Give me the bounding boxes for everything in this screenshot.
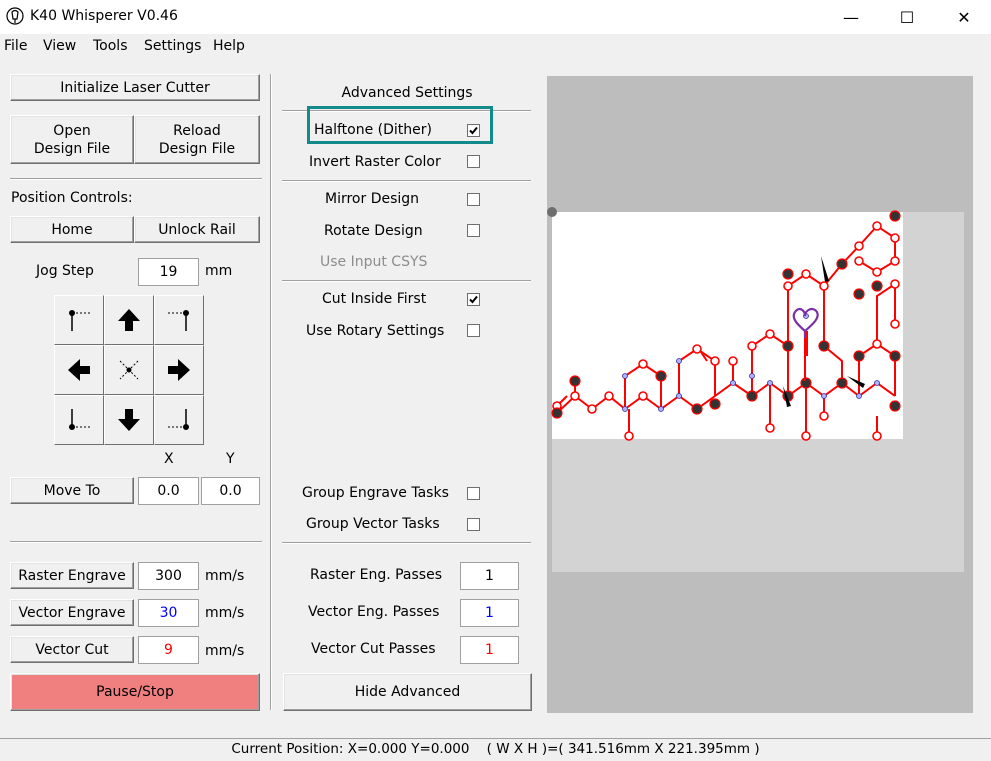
jog-top-right-button[interactable] (154, 295, 204, 345)
vector-cut-button[interactable]: Vector Cut (10, 636, 134, 663)
title-bar: K40 Whisperer V0.46 — ☐ ✕ (0, 0, 991, 34)
vector-engrave-passes-label: Vector Eng. Passes (308, 604, 440, 620)
divider (10, 541, 262, 543)
advanced-settings-title: Advanced Settings (341, 85, 473, 101)
minimize-button[interactable]: — (828, 0, 874, 34)
group-vector-label: Group Vector Tasks (306, 516, 440, 532)
menu-file[interactable]: File (4, 38, 27, 54)
vector-engrave-speed-input[interactable]: 30 (138, 599, 199, 627)
current-position-status: Current Position: X=0.000 Y=0.000 ( W X … (231, 741, 760, 757)
checkmark-icon (469, 295, 478, 304)
halftone-label: Halftone (Dither) (314, 122, 432, 138)
vector-cut-passes-input[interactable]: 1 (460, 636, 519, 664)
jog-down-button[interactable] (104, 395, 154, 445)
corner-bottom-left-icon (69, 409, 90, 430)
close-icon: ✕ (957, 7, 971, 27)
corner-top-right-icon (168, 310, 189, 331)
raster-engrave-button[interactable]: Raster Engrave (10, 562, 134, 589)
open-design-button[interactable]: Open Design File (10, 115, 134, 164)
rotate-design-checkbox[interactable] (467, 224, 480, 237)
cut-inside-first-label: Cut Inside First (322, 291, 427, 307)
window-title: K40 Whisperer V0.46 (30, 8, 178, 24)
reload-design-button[interactable]: Reload Design File (134, 115, 260, 164)
jog-right-button[interactable] (154, 345, 204, 395)
halftone-checkbox[interactable] (467, 124, 480, 137)
invert-raster-label: Invert Raster Color (309, 154, 441, 170)
pause-stop-button[interactable]: Pause/Stop (10, 673, 260, 711)
arrow-left-icon (68, 359, 90, 381)
rotary-settings-label: Use Rotary Settings (306, 323, 445, 339)
vector-engrave-button[interactable]: Vector Engrave (10, 599, 134, 626)
center-x-icon (119, 360, 139, 380)
reload-label-line1: Reload (173, 122, 221, 139)
app-icon (6, 7, 24, 25)
vector-cut-speed-unit: mm/s (205, 643, 245, 659)
hide-advanced-button[interactable]: Hide Advanced (283, 673, 532, 711)
group-vector-checkbox[interactable] (467, 518, 480, 531)
corner-bottom-right-icon (168, 409, 189, 430)
jog-bottom-right-button[interactable] (154, 395, 204, 445)
menu-help[interactable]: Help (213, 38, 245, 54)
jog-bottom-left-button[interactable] (54, 395, 104, 445)
arrow-up-icon (118, 309, 140, 331)
panel-separator (270, 74, 272, 710)
raster-passes-input[interactable]: 1 (460, 562, 519, 590)
move-y-input[interactable]: 0.0 (201, 477, 260, 505)
y-axis-label: Y (226, 451, 235, 467)
raster-speed-unit: mm/s (205, 568, 245, 584)
raster-speed-input[interactable]: 300 (138, 562, 199, 590)
mirror-design-label: Mirror Design (325, 191, 420, 207)
raster-passes-label: Raster Eng. Passes (310, 567, 442, 583)
vector-cut-speed-input[interactable]: 9 (138, 636, 199, 664)
open-label-line2: Design File (33, 140, 111, 157)
vector-engrave-passes-input[interactable]: 1 (460, 599, 519, 627)
x-axis-label: X (164, 451, 174, 467)
cut-inside-first-checkbox[interactable] (467, 293, 480, 306)
home-button[interactable]: Home (10, 216, 134, 243)
work-area-canvas[interactable] (547, 76, 973, 713)
jog-step-unit: mm (205, 263, 233, 279)
close-button[interactable]: ✕ (941, 0, 987, 34)
minimize-icon: — (843, 7, 859, 27)
status-bar: Current Position: X=0.000 Y=0.000 ( W X … (0, 738, 991, 761)
position-controls-label: Position Controls: (11, 190, 133, 206)
group-engrave-checkbox[interactable] (467, 487, 480, 500)
jog-step-input[interactable]: 19 (138, 258, 199, 286)
vector-cut-passes-label: Vector Cut Passes (311, 641, 436, 657)
jog-up-button[interactable] (104, 295, 154, 345)
jog-center-button[interactable] (104, 345, 154, 395)
menu-settings[interactable]: Settings (144, 38, 201, 54)
menu-view[interactable]: View (43, 38, 76, 54)
rotary-settings-checkbox[interactable] (467, 324, 480, 337)
jog-home-top-left-button[interactable] (54, 295, 104, 345)
initialize-laser-button[interactable]: Initialize Laser Cutter (10, 74, 260, 101)
jog-step-label: Jog Step (36, 263, 94, 279)
maximize-icon: ☐ (899, 7, 915, 27)
unlock-rail-button[interactable]: Unlock Rail (134, 216, 260, 243)
arrow-right-icon (168, 359, 190, 381)
move-to-button[interactable]: Move To (10, 477, 134, 504)
divider (10, 178, 262, 180)
design-preview (547, 207, 903, 441)
jog-left-button[interactable] (54, 345, 104, 395)
mirror-design-checkbox[interactable] (467, 193, 480, 206)
group-engrave-label: Group Engrave Tasks (302, 485, 449, 501)
checkmark-icon (469, 126, 478, 135)
use-input-csys-label: Use Input CSYS (320, 254, 428, 270)
open-label-line1: Open (53, 122, 91, 139)
corner-top-left-icon (69, 310, 90, 331)
vector-engrave-speed-unit: mm/s (205, 605, 245, 621)
arrow-down-icon (118, 409, 140, 431)
reload-label-line2: Design File (158, 140, 236, 157)
divider (282, 280, 531, 282)
divider (282, 542, 531, 544)
invert-raster-checkbox[interactable] (467, 155, 480, 168)
menu-tools[interactable]: Tools (93, 38, 128, 54)
rotate-design-label: Rotate Design (324, 223, 423, 239)
menu-bar: File View Tools Settings Help (0, 38, 991, 58)
maximize-button[interactable]: ☐ (884, 0, 930, 34)
move-x-input[interactable]: 0.0 (138, 477, 199, 505)
divider (282, 180, 531, 182)
